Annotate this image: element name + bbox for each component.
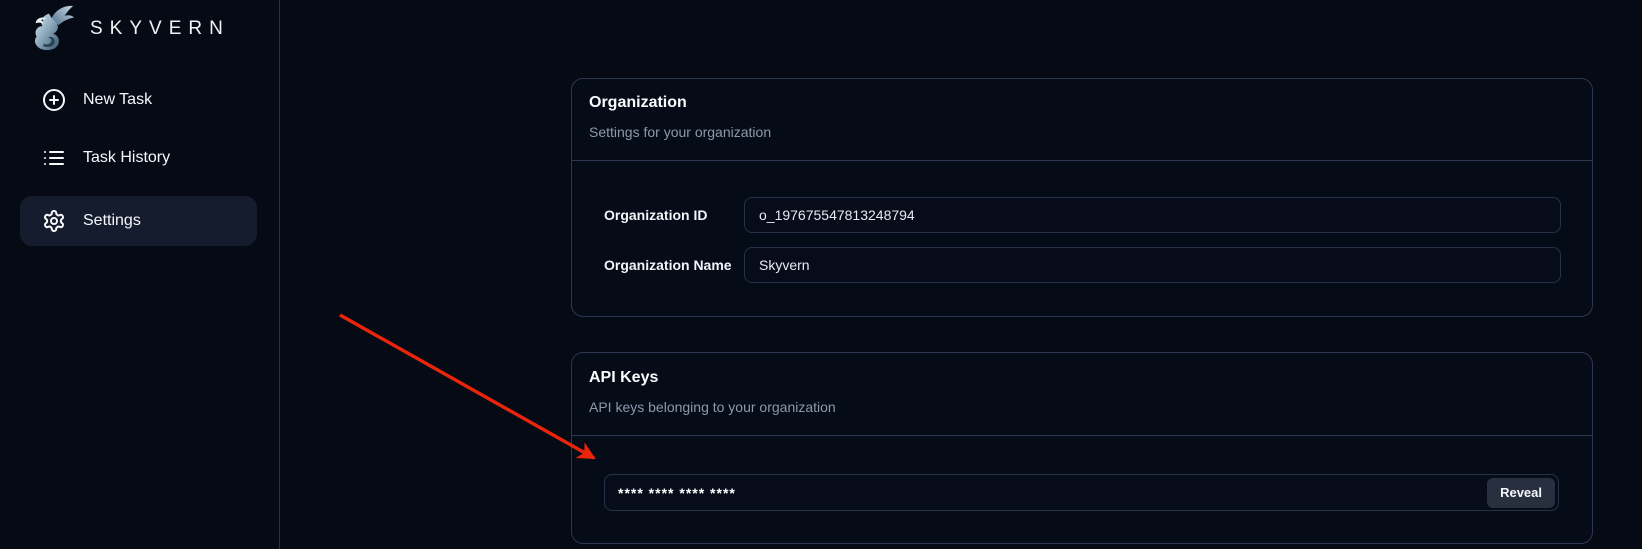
sidebar-item-label: New Task bbox=[83, 91, 152, 109]
skyvern-dragon-icon bbox=[30, 4, 76, 54]
organization-id-label: Organization ID bbox=[604, 197, 707, 233]
brand-logo: SKYVERN bbox=[30, 4, 230, 54]
sidebar-item-task-history[interactable]: Task History bbox=[20, 133, 257, 183]
organization-name-label: Organization Name bbox=[604, 247, 732, 283]
organization-card-title: Organization bbox=[589, 94, 687, 112]
circle-plus-icon bbox=[42, 88, 66, 112]
gear-icon bbox=[42, 209, 66, 233]
api-keys-card-header: API Keys API keys belonging to your orga… bbox=[572, 353, 1592, 436]
organization-card: Organization Settings for your organizat… bbox=[571, 78, 1593, 317]
list-icon bbox=[42, 146, 66, 170]
reveal-button[interactable]: Reveal bbox=[1487, 478, 1555, 508]
organization-card-header: Organization Settings for your organizat… bbox=[572, 79, 1592, 161]
organization-card-subtitle: Settings for your organization bbox=[589, 124, 771, 140]
sidebar-item-label: Task History bbox=[83, 149, 170, 167]
sidebar-item-label: Settings bbox=[83, 212, 141, 230]
api-key-field: Reveal bbox=[604, 474, 1559, 511]
sidebar-item-settings[interactable]: Settings bbox=[20, 196, 257, 246]
organization-id-input[interactable] bbox=[744, 197, 1561, 233]
brand-name: SKYVERN bbox=[90, 18, 230, 40]
api-keys-card-subtitle: API keys belonging to your organization bbox=[589, 399, 836, 415]
sidebar-item-new-task[interactable]: New Task bbox=[20, 75, 257, 125]
organization-name-input[interactable] bbox=[744, 247, 1561, 283]
api-keys-card: API Keys API keys belonging to your orga… bbox=[571, 352, 1593, 544]
api-keys-card-title: API Keys bbox=[589, 369, 658, 387]
sidebar: SKYVERN New Task Task History bbox=[0, 0, 280, 549]
settings-page: SKYVERN New Task Task History bbox=[0, 0, 1642, 549]
api-key-masked-input[interactable] bbox=[618, 485, 1487, 501]
